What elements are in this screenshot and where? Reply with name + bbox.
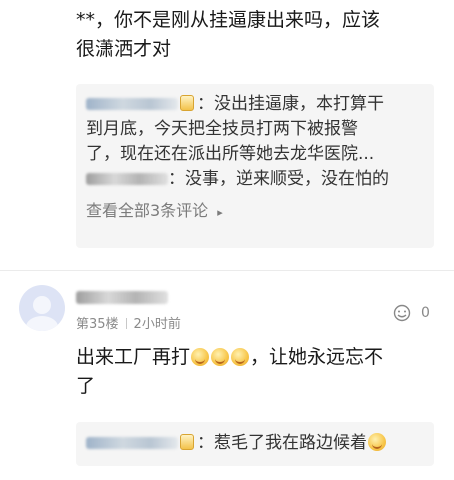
badge-icon xyxy=(180,95,194,111)
reply-2[interactable]: ：没事，逆来顺受，没在怕的 xyxy=(76,167,434,192)
view-all-replies-label: 查看全部3条评论 xyxy=(86,201,209,220)
reply-1-line1: ：没出挂逼康，本打算干 xyxy=(197,94,384,114)
comment-35-line2: 了 xyxy=(76,375,96,397)
comment-35-line1-pre: 出来工厂再打 xyxy=(76,346,191,368)
reply-username-blurred[interactable] xyxy=(86,98,178,110)
comment-time: 2小时前 xyxy=(133,317,181,332)
like-icon xyxy=(393,304,411,322)
comment-35-text: 出来工厂再打 ，让她永远忘不 了 xyxy=(76,343,436,401)
comment-top-line1: **，你不是刚从挂逼康出来吗，应该 xyxy=(76,9,381,31)
comment-divider xyxy=(0,270,454,271)
like-count: 0 xyxy=(421,305,430,321)
reply-box-1: ：没出挂逼康，本打算干 到月底，今天把全技员打两下被报警 了，现在还在派出所等她… xyxy=(76,84,434,248)
grin-emoji-icon xyxy=(231,348,250,366)
floor-number: 第35楼 xyxy=(76,317,119,332)
chevron-right-icon: ▸ xyxy=(217,206,223,219)
grin-emoji-icon xyxy=(368,433,386,451)
username-blurred[interactable] xyxy=(76,291,168,304)
badge-icon xyxy=(180,434,194,450)
reply-2-text: ：没事，逆来顺受，没在怕的 xyxy=(168,169,389,189)
reply-1-line3: 了，现在还在派出所等她去龙华医院... xyxy=(86,144,375,164)
comment-35-line1-post: ，让她永远忘不 xyxy=(250,346,384,368)
reply-1[interactable]: ：没出挂逼康，本打算干 xyxy=(76,92,434,117)
reply-3-text: ：惹毛了我在路边候着 xyxy=(197,433,367,453)
grin-emoji-icon xyxy=(211,348,230,366)
comment-35-line1: 出来工厂再打 ，让她永远忘不 xyxy=(76,343,436,372)
comment-meta: 第35楼 2小时前 xyxy=(76,316,181,334)
meta-separator xyxy=(125,318,127,329)
reply-username-blurred[interactable] xyxy=(86,437,178,449)
like-button[interactable]: 0 xyxy=(392,302,438,324)
avatar-placeholder-icon[interactable] xyxy=(19,285,65,331)
reply-3[interactable]: ：惹毛了我在路边候着 xyxy=(76,422,434,456)
reply-1-line2: 到月底，今天把全技员打两下被报警 xyxy=(86,119,358,139)
comment-top-text: **，你不是刚从挂逼康出来吗，应该 很潇洒才对 xyxy=(76,6,436,64)
reply-box-2: ：惹毛了我在路边候着 xyxy=(76,422,434,466)
comment-top-line2: 很潇洒才对 xyxy=(76,38,172,60)
grin-emoji-icon xyxy=(191,348,210,366)
view-all-replies-link[interactable]: 查看全部3条评论 ▸ xyxy=(76,192,434,236)
reply-username-blurred[interactable] xyxy=(86,173,168,185)
